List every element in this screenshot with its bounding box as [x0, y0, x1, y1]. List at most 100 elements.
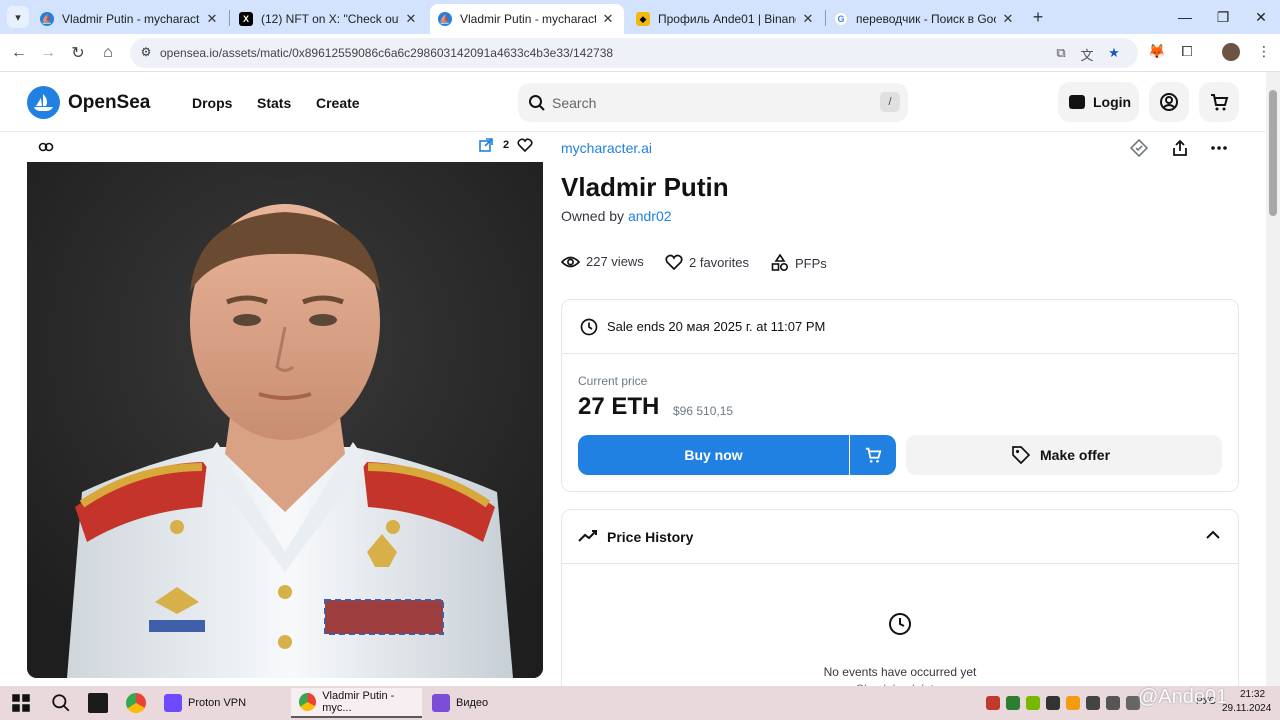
back-icon[interactable]: ←: [8, 42, 30, 64]
browser-tab-active[interactable]: ⛵ Vladmir Putin - mycharacter.ai | ✕: [430, 4, 624, 34]
nft-image[interactable]: [27, 162, 543, 678]
browser-tab[interactable]: G переводчик - Поиск в Google ✕: [826, 4, 1024, 34]
browser-menu-icon[interactable]: ⋮: [1254, 43, 1274, 63]
buy-now-button[interactable]: Buy now: [578, 435, 849, 475]
cart-button[interactable]: [1199, 82, 1239, 122]
install-app-icon[interactable]: ⧉: [1052, 45, 1070, 63]
address-bar[interactable]: ⚙ opensea.io/assets/matic/0x89612559086c…: [130, 38, 1138, 68]
bookmark-star-icon[interactable]: ★: [1105, 45, 1123, 63]
open-external-icon[interactable]: [479, 138, 493, 152]
tray-icon[interactable]: [1046, 696, 1060, 710]
category-stat[interactable]: PFPs: [771, 254, 827, 272]
logo-text[interactable]: OpenSea: [68, 92, 150, 114]
windows-start-icon[interactable]: [11, 693, 31, 713]
taskbar-app-label: Proton VPN: [188, 697, 247, 709]
share-icon[interactable]: [1170, 138, 1190, 158]
tray-icon[interactable]: [1086, 696, 1100, 710]
tray-icon[interactable]: [1066, 696, 1080, 710]
nav-drops[interactable]: Drops: [192, 95, 232, 111]
chevron-up-icon[interactable]: [1206, 530, 1220, 539]
taskbar-search-icon[interactable]: [51, 693, 71, 713]
close-tab-icon[interactable]: ✕: [600, 11, 616, 27]
nvidia-icon[interactable]: [1026, 696, 1040, 710]
proton-vpn-icon: [164, 694, 182, 712]
tray-icon[interactable]: [1106, 696, 1120, 710]
category-label: PFPs: [795, 255, 827, 271]
browser-tab[interactable]: X (12) NFT on X: "Check out this i ✕: [231, 4, 427, 34]
more-options-icon[interactable]: [1209, 138, 1229, 158]
nav-create[interactable]: Create: [316, 95, 360, 111]
new-tab-button[interactable]: +: [1028, 6, 1048, 28]
minimize-icon[interactable]: —: [1166, 0, 1204, 34]
owner-link[interactable]: andr02: [628, 208, 672, 224]
price-history-panel: Price History No events have occurred ye…: [561, 509, 1239, 709]
maximize-icon[interactable]: ❐: [1204, 0, 1242, 34]
browser-tab-strip: ▾ ⛵ Vladmir Putin - mycharacter.ai | ✕ X…: [0, 0, 1280, 34]
tray-icon[interactable]: [1006, 696, 1020, 710]
close-tab-icon[interactable]: ✕: [800, 11, 816, 27]
page-scrollbar[interactable]: [1266, 72, 1280, 686]
browser-toolbar: ← → ↻ ⌂ ⚙ opensea.io/assets/matic/0x8961…: [0, 34, 1280, 72]
browser-tab[interactable]: ◆ Профиль Ande01 | Binance Squ ✕: [628, 4, 824, 34]
browser-tab[interactable]: ⛵ Vladmir Putin - mycharacter.ai | ✕: [32, 4, 228, 34]
video-icon: [432, 694, 450, 712]
account-icon: [1160, 93, 1178, 111]
tab-separator: [229, 10, 230, 26]
tab-title: Vladmir Putin - mycharacter.ai |: [460, 12, 596, 26]
translate-icon[interactable]: 文: [1078, 45, 1096, 63]
item-title: Vladmir Putin: [561, 172, 729, 202]
trending-icon: [578, 530, 597, 542]
search-input[interactable]: Search /: [518, 83, 908, 122]
wallet-icon: [1069, 95, 1085, 109]
search-shortcut-key: /: [880, 92, 900, 112]
taskbar-app-video[interactable]: Видео: [424, 688, 554, 718]
close-tab-icon[interactable]: ✕: [1000, 11, 1016, 27]
close-tab-icon[interactable]: ✕: [403, 11, 419, 27]
heart-icon[interactable]: [517, 137, 533, 153]
taskbar-date[interactable]: 29.11.2024: [1222, 703, 1271, 714]
search-icon: [529, 95, 545, 111]
tab-search-button[interactable]: ▾: [7, 6, 29, 28]
metamask-icon[interactable]: 🦊: [1147, 43, 1167, 63]
make-offer-button[interactable]: Make offer: [906, 435, 1222, 475]
site-info-icon[interactable]: ⚙: [138, 45, 154, 61]
search-placeholder: Search: [552, 95, 597, 111]
verified-offer-icon[interactable]: [1129, 138, 1149, 158]
chrome-icon[interactable]: [126, 693, 146, 713]
reload-icon[interactable]: ↻: [67, 42, 89, 64]
terminal-icon[interactable]: [88, 693, 108, 713]
close-tab-icon[interactable]: ✕: [204, 11, 220, 27]
taskbar-app-proton[interactable]: Proton VPN: [156, 688, 288, 718]
url-text[interactable]: opensea.io/assets/matic/0x89612559086c6a…: [160, 46, 613, 60]
clock-icon: [580, 318, 598, 336]
chain-link-icon[interactable]: [38, 139, 54, 155]
taskbar-app-label: Vladmir Putin - myc...: [322, 690, 395, 714]
taskbar-time[interactable]: 21:32: [1240, 689, 1265, 700]
tray-icon[interactable]: [986, 696, 1000, 710]
price-eth: 27 ETH: [578, 393, 660, 420]
tab-title: Vladmir Putin - mycharacter.ai |: [62, 12, 200, 26]
profile-avatar[interactable]: [1222, 43, 1242, 63]
close-window-icon[interactable]: ✕: [1242, 0, 1280, 34]
nav-stats[interactable]: Stats: [257, 95, 291, 111]
account-button[interactable]: [1149, 82, 1189, 122]
opensea-logo-icon[interactable]: [27, 86, 60, 119]
clock-icon: [889, 613, 911, 635]
eye-icon: [561, 256, 580, 267]
favorites-stat: 2 favorites: [665, 254, 749, 270]
scrollbar-thumb[interactable]: [1269, 90, 1277, 216]
tab-title: переводчик - Поиск в Google: [856, 12, 996, 26]
collection-link[interactable]: mycharacter.ai: [561, 140, 652, 156]
extensions-icon[interactable]: ⧠: [1177, 43, 1197, 63]
forward-icon[interactable]: →: [37, 42, 59, 64]
login-button[interactable]: Login: [1058, 82, 1139, 122]
add-to-cart-button[interactable]: [850, 435, 896, 475]
taskbar-app-chrome[interactable]: Vladmir Putin - myc...: [291, 688, 422, 718]
price-history-header[interactable]: Price History: [562, 510, 1238, 564]
shapes-icon: [771, 254, 789, 272]
cart-icon: [1211, 94, 1229, 111]
home-icon[interactable]: ⌂: [97, 42, 119, 64]
no-events-text: No events have occurred yet: [823, 665, 977, 679]
favorites-count-text: 2 favorites: [689, 254, 749, 270]
price-history-title: Price History: [607, 529, 694, 545]
